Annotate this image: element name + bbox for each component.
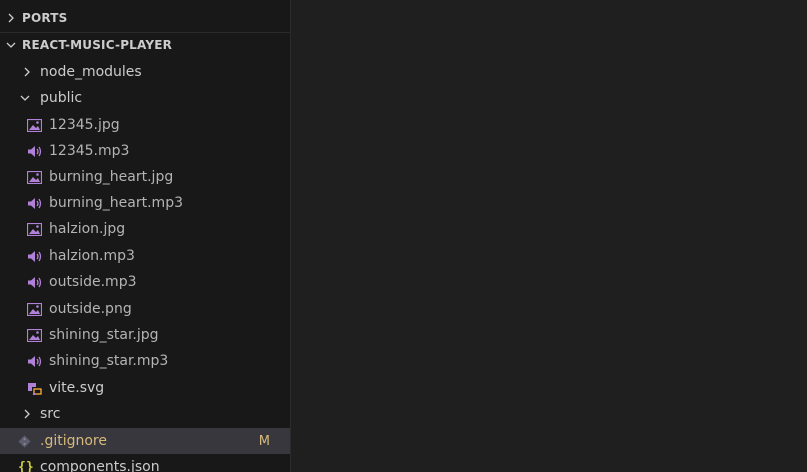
project-section-header[interactable]: REACT-MUSIC-PLAYER bbox=[0, 33, 290, 57]
tree-file-shining-star-mp3[interactable]: shining_star.mp3 bbox=[0, 348, 290, 374]
svg-file-icon bbox=[28, 382, 42, 395]
image-file-icon bbox=[27, 328, 42, 342]
chevron-right-icon bbox=[24, 409, 30, 419]
tree-file-vite-svg[interactable]: vite.svg bbox=[0, 375, 290, 401]
tree-file-12345-jpg[interactable]: 12345.jpg bbox=[0, 112, 290, 138]
git-modified-badge: M bbox=[258, 433, 270, 449]
tree-file-burning-heart-mp3[interactable]: burning_heart.mp3 bbox=[0, 190, 290, 216]
audio-file-icon bbox=[28, 276, 42, 288]
editor-area bbox=[291, 0, 807, 472]
tree-item-label: outside.png bbox=[49, 301, 132, 317]
tree-item-label: shining_star.jpg bbox=[49, 327, 159, 343]
tree-item-label: components.json bbox=[40, 459, 160, 472]
image-file-icon bbox=[27, 170, 42, 184]
tree-file-12345-mp3[interactable]: 12345.mp3 bbox=[0, 138, 290, 164]
tree-folder-node-modules[interactable]: node_modules bbox=[0, 59, 290, 85]
json-file-icon: {} bbox=[18, 459, 34, 472]
tree-item-label: vite.svg bbox=[49, 380, 105, 396]
tree-item-label: halzion.mp3 bbox=[49, 248, 135, 264]
tree-item-label: .gitignore bbox=[40, 433, 107, 449]
tree-folder-src[interactable]: src bbox=[0, 401, 290, 427]
image-file-icon bbox=[27, 302, 42, 316]
image-file-icon bbox=[27, 118, 42, 132]
tree-item-label: burning_heart.mp3 bbox=[49, 195, 183, 211]
tree-item-label: outside.mp3 bbox=[49, 274, 137, 290]
tree-file-halzion-mp3[interactable]: halzion.mp3 bbox=[0, 243, 290, 269]
audio-file-icon bbox=[28, 355, 42, 367]
ports-section-header[interactable]: PORTS bbox=[0, 6, 290, 30]
tree-item-label: node_modules bbox=[40, 64, 142, 80]
image-file-icon bbox=[27, 222, 42, 236]
chevron-right-icon bbox=[24, 67, 30, 77]
tree-file-gitignore[interactable]: .gitignore M bbox=[0, 428, 290, 454]
tree-file-components-json[interactable]: {} components.json bbox=[0, 454, 290, 472]
tree-item-label: public bbox=[40, 90, 83, 106]
tree-folder-public[interactable]: public bbox=[0, 85, 290, 111]
audio-file-icon bbox=[28, 197, 42, 209]
audio-file-icon bbox=[28, 145, 42, 157]
git-file-icon bbox=[18, 435, 31, 447]
tree-file-outside-png[interactable]: outside.png bbox=[0, 296, 290, 322]
explorer-sidebar: PORTS REACT-MUSIC-PLAYER node_modules pu… bbox=[0, 0, 291, 472]
tree-item-label: shining_star.mp3 bbox=[49, 353, 169, 369]
tree-item-label: src bbox=[40, 406, 61, 422]
tree-item-label: 12345.mp3 bbox=[49, 143, 130, 159]
tree-item-label: halzion.jpg bbox=[49, 221, 126, 237]
tree-item-label: burning_heart.jpg bbox=[49, 169, 174, 185]
ports-header-label: PORTS bbox=[22, 11, 68, 25]
audio-file-icon bbox=[28, 250, 42, 262]
tree-file-burning-heart-jpg[interactable]: burning_heart.jpg bbox=[0, 164, 290, 190]
chevron-right-icon bbox=[8, 13, 14, 23]
chevron-down-icon bbox=[20, 95, 30, 101]
tree-file-shining-star-jpg[interactable]: shining_star.jpg bbox=[0, 322, 290, 348]
project-header-label: REACT-MUSIC-PLAYER bbox=[22, 38, 173, 52]
tree-file-outside-mp3[interactable]: outside.mp3 bbox=[0, 269, 290, 295]
tree-file-halzion-jpg[interactable]: halzion.jpg bbox=[0, 216, 290, 242]
tree-item-label: 12345.jpg bbox=[49, 117, 120, 133]
chevron-down-icon bbox=[6, 42, 16, 48]
